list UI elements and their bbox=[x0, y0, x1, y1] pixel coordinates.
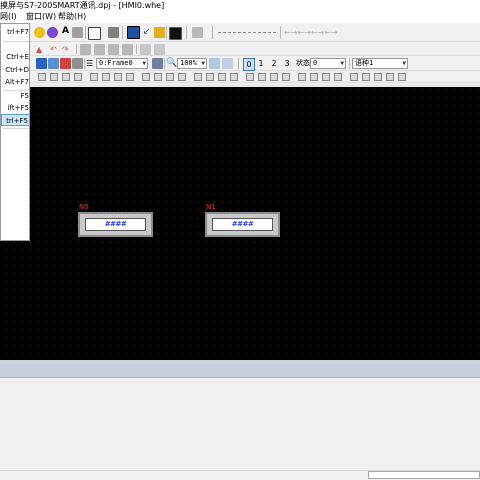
align-icon-26[interactable] bbox=[362, 73, 370, 81]
state-3-button[interactable]: 3 bbox=[282, 58, 292, 69]
numeric-display-n0[interactable]: #### bbox=[78, 212, 153, 237]
output-panel-header bbox=[0, 364, 480, 378]
align-icon-24[interactable] bbox=[334, 73, 342, 81]
align-icon-17[interactable] bbox=[246, 73, 254, 81]
window-title: 摸屏与S7-200SMART通讯.dpj - [HMI0.whe] bbox=[0, 1, 165, 10]
disabled-tool-icon-3[interactable] bbox=[94, 44, 105, 55]
line-style-dashes bbox=[218, 32, 276, 33]
warning-icon[interactable]: ▲ bbox=[36, 44, 47, 55]
hmi-canvas[interactable]: N0 #### N1 #### bbox=[0, 84, 480, 360]
align-icon-9[interactable] bbox=[142, 73, 150, 81]
state-1-button[interactable]: 1 bbox=[256, 58, 266, 69]
align-icon-16[interactable] bbox=[230, 73, 238, 81]
frame-select[interactable]: 0:Frame0 ▼ bbox=[96, 58, 148, 69]
align-icon-2[interactable] bbox=[50, 73, 58, 81]
align-icon-3[interactable] bbox=[62, 73, 70, 81]
align-icon-5[interactable] bbox=[90, 73, 98, 81]
dropdown-item-4[interactable]: Alt+F7 bbox=[1, 76, 29, 88]
menu-item-help[interactable]: 帮助(H) bbox=[58, 11, 86, 23]
arc-tool-icon[interactable] bbox=[47, 27, 58, 38]
dropdown-item-3[interactable]: Ctrl+D bbox=[1, 64, 29, 76]
align-icon-14[interactable] bbox=[206, 73, 214, 81]
align-icon-6[interactable] bbox=[102, 73, 110, 81]
align-icon-21[interactable] bbox=[298, 73, 306, 81]
object-label-n1: N1 bbox=[206, 203, 216, 211]
undo-icon[interactable]: ↶ bbox=[50, 44, 61, 55]
align-icon-22[interactable] bbox=[310, 73, 318, 81]
image-tool-icon[interactable] bbox=[72, 27, 83, 38]
align-icon-25[interactable] bbox=[350, 73, 358, 81]
align-icon-8[interactable] bbox=[126, 73, 134, 81]
drawing-toolbar: A ↙ ←→←→←→←→ bbox=[0, 23, 480, 42]
download-icon[interactable] bbox=[72, 58, 83, 69]
dropdown-item-1[interactable]: trl+F7 bbox=[1, 26, 29, 38]
output-panel bbox=[0, 378, 480, 470]
align-icon-18[interactable] bbox=[258, 73, 266, 81]
dropdown-item-7-selected[interactable]: trl+F5 bbox=[1, 114, 29, 126]
numeric-value-n0: #### bbox=[104, 220, 127, 228]
align-icon-12[interactable] bbox=[178, 73, 186, 81]
align-icon-20[interactable] bbox=[282, 73, 290, 81]
state-0-button[interactable]: 0 bbox=[243, 58, 255, 71]
state-2-button[interactable]: 2 bbox=[269, 58, 279, 69]
dropdown-item-6[interactable]: ift+F5 bbox=[1, 102, 29, 114]
numeric-display-n1[interactable]: #### bbox=[205, 212, 280, 237]
zoom-icon[interactable]: 🔍 bbox=[166, 58, 177, 69]
layer-icon[interactable] bbox=[152, 58, 163, 69]
dropdown-item-5[interactable]: F5 bbox=[1, 90, 29, 102]
redo-icon[interactable]: ↷ bbox=[62, 44, 73, 55]
align-icon-28[interactable] bbox=[386, 73, 394, 81]
title-bar: 摸屏与S7-200SMART通讯.dpj - [HMI0.whe] bbox=[0, 0, 480, 11]
line-tool-icon[interactable]: ↙ bbox=[141, 27, 152, 38]
disabled-tool-icon-1[interactable] bbox=[192, 27, 203, 38]
object-label-n0: N0 bbox=[79, 203, 89, 211]
key-tool-icon[interactable] bbox=[154, 27, 165, 38]
align-icon-11[interactable] bbox=[166, 73, 174, 81]
snap-icon[interactable] bbox=[222, 58, 233, 69]
disabled-tool-icon-5[interactable] bbox=[122, 44, 133, 55]
language-select[interactable]: 语种1 ▼ bbox=[352, 58, 408, 69]
align-icon-10[interactable] bbox=[154, 73, 162, 81]
view-toolbar: ☰ 0:Frame0 ▼ 🔍 100% ▼ 0 1 2 3 状态 0 ▼ 语种1 ▼ bbox=[0, 56, 480, 71]
dropdown-item-2[interactable]: Ctrl+E bbox=[1, 51, 29, 63]
align-icon-23[interactable] bbox=[322, 73, 330, 81]
disabled-tool-icon-4[interactable] bbox=[108, 44, 119, 55]
fill-color-icon[interactable] bbox=[108, 27, 119, 38]
edit-toolbar: ▲ ↶ ↷ bbox=[0, 42, 480, 56]
rectangle-tool-icon[interactable] bbox=[88, 27, 101, 40]
grid-icon[interactable] bbox=[209, 58, 220, 69]
align-arrows-icon[interactable]: ←→←→←→←→ bbox=[284, 27, 338, 38]
state-label: 状态 bbox=[296, 59, 310, 67]
align-icon-1[interactable] bbox=[38, 73, 46, 81]
align-icon-13[interactable] bbox=[194, 73, 202, 81]
select-tool-icon[interactable] bbox=[127, 26, 140, 39]
dropdown-menu: trl+F7 Ctrl+E Ctrl+D Alt+F7 F5 ift+F5 tr… bbox=[0, 23, 30, 241]
align-icon-27[interactable] bbox=[374, 73, 382, 81]
align-icon-29[interactable] bbox=[398, 73, 406, 81]
align-icon-19[interactable] bbox=[270, 73, 278, 81]
database-icon[interactable] bbox=[48, 58, 59, 69]
menu-item-window[interactable]: 窗口(W) bbox=[26, 11, 56, 23]
align-icon-4[interactable] bbox=[74, 73, 82, 81]
align-icon-7[interactable] bbox=[114, 73, 122, 81]
zoom-select[interactable]: 100% ▼ bbox=[177, 58, 207, 69]
disabled-tool-icon-2[interactable] bbox=[80, 44, 91, 55]
compile-icon[interactable] bbox=[60, 58, 71, 69]
align-toolbar bbox=[0, 71, 480, 83]
menu-bar: 网(I) 窗口(W) 帮助(H) bbox=[0, 11, 480, 23]
terminal-icon[interactable] bbox=[169, 27, 182, 40]
numeric-value-n1: #### bbox=[231, 220, 254, 228]
save-icon[interactable] bbox=[36, 58, 47, 69]
menu-item-network[interactable]: 网(I) bbox=[0, 11, 17, 23]
text-tool-icon[interactable]: A bbox=[60, 26, 71, 37]
align-icon-15[interactable] bbox=[218, 73, 226, 81]
status-field bbox=[368, 471, 480, 479]
disabled-tool-icon-6[interactable] bbox=[140, 44, 151, 55]
canvas-ruler bbox=[0, 84, 480, 87]
state-select[interactable]: 0 ▼ bbox=[310, 58, 346, 69]
disabled-tool-icon-7[interactable] bbox=[154, 44, 165, 55]
ellipse-tool-icon[interactable] bbox=[34, 27, 45, 38]
